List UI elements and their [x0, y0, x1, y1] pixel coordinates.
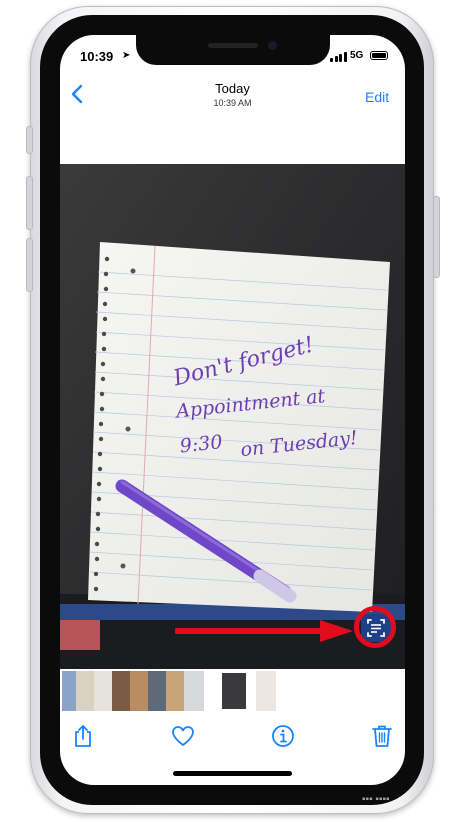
share-icon[interactable]	[70, 723, 96, 749]
info-icon[interactable]	[270, 723, 296, 749]
volume-up-button	[26, 176, 33, 230]
watermark: ▪▪▪ ▪▪▪▪	[362, 794, 390, 805]
thumbnail[interactable]	[130, 671, 148, 711]
note-line-3: 9:30	[179, 431, 224, 457]
power-button	[433, 196, 440, 278]
notch	[136, 35, 330, 65]
signal-icon	[330, 52, 347, 62]
notebook-photo: Don't forget! Appointment at 9:30 on Tue…	[60, 164, 405, 669]
front-camera	[268, 41, 277, 50]
thumbnail[interactable]	[256, 671, 276, 711]
live-text-icon[interactable]	[360, 613, 392, 643]
network-label: 5G	[350, 50, 364, 61]
battery-icon	[370, 51, 388, 60]
location-arrow-icon: ➤	[122, 50, 131, 61]
status-time: 10:39	[80, 49, 114, 64]
nav-title: Today	[215, 81, 250, 96]
thumbnail[interactable]	[112, 671, 130, 711]
thumbnail-strip[interactable]	[60, 671, 405, 713]
thumbnail[interactable]	[148, 671, 166, 711]
mute-switch	[26, 126, 33, 154]
volume-down-button	[26, 238, 33, 292]
speaker	[208, 43, 258, 48]
heart-icon[interactable]	[170, 723, 196, 749]
thumbnail[interactable]	[76, 671, 94, 711]
trash-icon[interactable]	[369, 723, 395, 749]
thumbnail[interactable]	[184, 671, 204, 711]
screen: 10:39 ➤ 5G Today 10:39 AM Edit Don't for…	[60, 35, 405, 785]
thumbnail[interactable]	[94, 671, 112, 711]
home-indicator	[173, 771, 292, 776]
thumbnail[interactable]	[166, 671, 184, 711]
nav-subtitle: 10:39 AM	[213, 98, 252, 108]
edit-button[interactable]: Edit	[365, 89, 389, 105]
thumbnail[interactable]	[62, 671, 76, 711]
thumbnail-selected[interactable]	[220, 671, 248, 711]
